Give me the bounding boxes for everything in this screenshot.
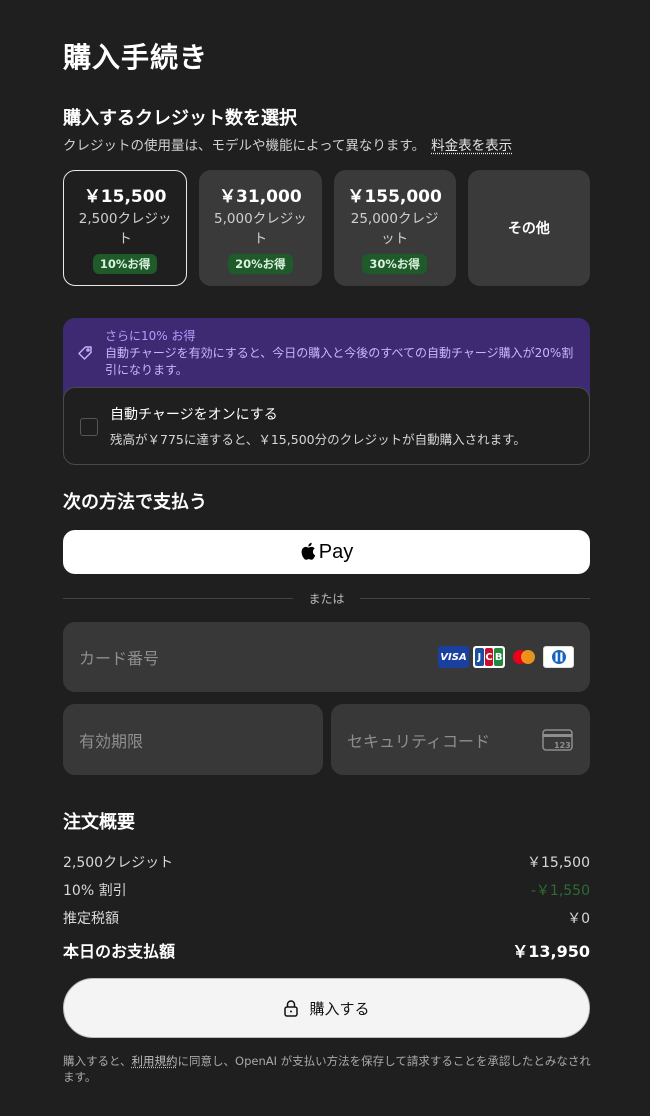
cvc-digits: 123 bbox=[554, 741, 571, 750]
checkout-page: 購入手続き 購入するクレジット数を選択 クレジットの使用量は、モデルや機能によっ… bbox=[0, 0, 650, 1116]
option-price: ￥15,500 bbox=[83, 187, 167, 207]
summary-row: 2,500クレジット ￥15,500 bbox=[63, 848, 590, 876]
pricing-link[interactable]: 料金表を表示 bbox=[431, 138, 512, 154]
jcb-letter: J bbox=[475, 648, 484, 666]
diners-logo bbox=[551, 650, 566, 664]
auto-charge-label: 自動チャージをオンにする bbox=[110, 407, 278, 423]
option-price: ￥31,000 bbox=[219, 187, 302, 207]
option-credits: 2,500クレジット bbox=[78, 211, 172, 247]
jcb-letter: C bbox=[484, 648, 494, 666]
purchase-label: 購入する bbox=[309, 999, 370, 1018]
summary-label: 2,500クレジット bbox=[63, 855, 174, 871]
promo-text: 自動チャージを有効にすると、今日の購入と今後のすべての自動チャージ購入が20%割… bbox=[105, 346, 574, 377]
credits-section-title: 購入するクレジット数を選択 bbox=[63, 108, 297, 129]
summary-row: 10% 割引 -￥1,550 bbox=[63, 876, 590, 904]
card-number-placeholder: カード番号 bbox=[79, 649, 160, 668]
summary-label: 10% 割引 bbox=[63, 883, 127, 899]
discount-badge: 20%お得 bbox=[228, 254, 293, 274]
tag-icon bbox=[78, 346, 92, 360]
legal-prefix: 購入すると、 bbox=[63, 1054, 132, 1068]
purchase-button[interactable]: 購入する bbox=[63, 978, 590, 1038]
apple-logo-icon bbox=[301, 542, 315, 560]
divider-line-right bbox=[360, 598, 590, 599]
terms-link[interactable]: 利用規約 bbox=[132, 1054, 178, 1068]
visa-icon: VISA bbox=[438, 646, 469, 668]
summary-row: 推定税額 ￥0 bbox=[63, 904, 590, 932]
legal-text: 購入すると、利用規約に同意し、OpenAI が支払い方法を保存して請求することを… bbox=[63, 1053, 593, 1085]
expiry-field[interactable]: 有効期限 bbox=[63, 704, 323, 775]
cvc-card-icon: 123 bbox=[542, 729, 573, 751]
credits-description-text: クレジットの使用量は、モデルや機能によって異なります。 bbox=[63, 138, 426, 154]
jcb-icon: J C B bbox=[473, 646, 505, 668]
order-summary: 2,500クレジット ￥15,500 10% 割引 -￥1,550 推定税額 ￥… bbox=[63, 848, 590, 968]
apple-pay-button[interactable]: Pay bbox=[63, 530, 590, 574]
card-brands: VISA J C B bbox=[438, 646, 574, 668]
total-value: ￥13,950 bbox=[512, 942, 590, 961]
credit-options: ￥15,500 2,500クレジット 10%お得 ￥31,000 5,000クレ… bbox=[63, 170, 590, 286]
expiry-placeholder: 有効期限 bbox=[79, 731, 144, 751]
discount-badge: 30%お得 bbox=[362, 254, 427, 274]
security-code-field[interactable]: セキュリティコード 123 bbox=[331, 704, 590, 775]
credit-option-155000[interactable]: ￥155,000 25,000クレジット 30%お得 bbox=[333, 170, 456, 286]
discount-value: -￥1,550 bbox=[530, 883, 590, 899]
total-label: 本日のお支払額 bbox=[63, 942, 176, 961]
other-label: その他 bbox=[507, 221, 550, 237]
credit-option-15500[interactable]: ￥15,500 2,500クレジット 10%お得 bbox=[63, 170, 188, 286]
apple-pay-label: Pay bbox=[318, 540, 354, 563]
security-code-placeholder: セキュリティコード bbox=[347, 731, 491, 751]
promo-text-block: さらに10% お得 自動チャージを有効にすると、今日の購入と今後のすべての自動チ… bbox=[105, 328, 576, 379]
page-title: 購入手続き bbox=[63, 41, 209, 74]
credit-option-other[interactable]: その他 bbox=[467, 170, 590, 286]
auto-charge-box: 自動チャージをオンにする 残高が￥775に達すると、￥15,500分のクレジット… bbox=[63, 387, 590, 465]
option-price: ￥155,000 bbox=[347, 187, 442, 207]
auto-charge-checkbox[interactable] bbox=[80, 418, 98, 436]
card-number-field[interactable]: カード番号 VISA J C B bbox=[63, 622, 590, 692]
summary-value: ￥15,500 bbox=[527, 855, 590, 871]
or-divider: または bbox=[63, 590, 590, 606]
promo-title: さらに10% お得 bbox=[105, 329, 196, 343]
jcb-letter: B bbox=[494, 648, 504, 666]
mastercard-icon bbox=[509, 646, 539, 668]
auto-charge-promo: さらに10% お得 自動チャージを有効にすると、今日の購入と今後のすべての自動チ… bbox=[63, 318, 590, 465]
mastercard-circle-right bbox=[521, 650, 535, 664]
summary-value: ￥0 bbox=[567, 911, 590, 927]
lock-icon bbox=[284, 1000, 299, 1017]
option-credits: 25,000クレジット bbox=[350, 211, 439, 247]
option-credits: 5,000クレジット bbox=[214, 211, 307, 247]
summary-title: 注文概要 bbox=[63, 812, 135, 833]
credits-description: クレジットの使用量は、モデルや機能によって異なります。 料金表を表示 bbox=[63, 134, 512, 154]
payment-section-title: 次の方法で支払う bbox=[63, 492, 207, 513]
total-row: 本日のお支払額 ￥13,950 bbox=[63, 932, 590, 968]
summary-label: 推定税額 bbox=[63, 911, 119, 927]
credit-option-31000[interactable]: ￥31,000 5,000クレジット 20%お得 bbox=[199, 170, 322, 286]
auto-charge-description: 残高が￥775に達すると、￥15,500分のクレジットが自動購入されます。 bbox=[110, 432, 526, 447]
discount-badge: 10%お得 bbox=[92, 254, 158, 274]
diners-club-icon bbox=[543, 646, 574, 668]
